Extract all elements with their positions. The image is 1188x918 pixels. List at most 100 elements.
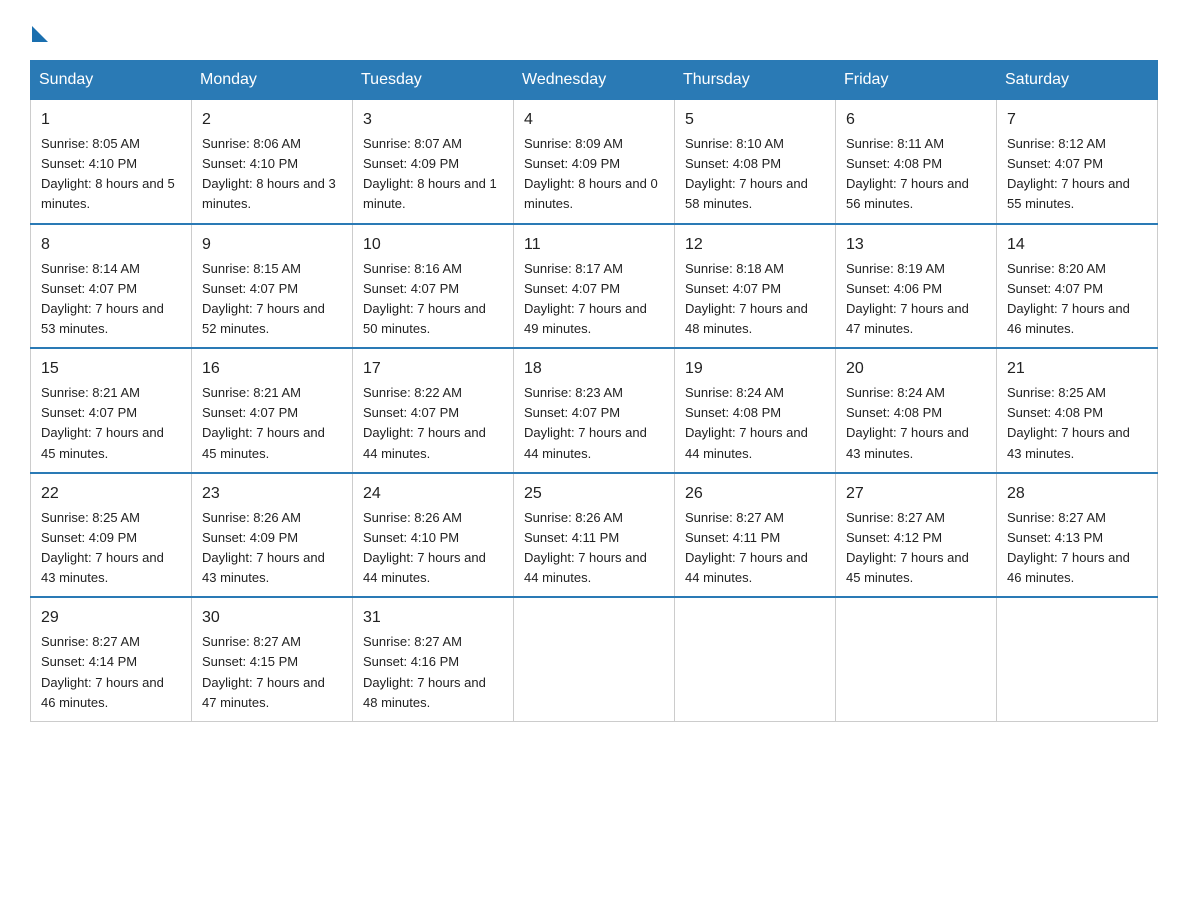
day-info: Sunrise: 8:17 AMSunset: 4:07 PMDaylight:… [524,259,664,340]
day-number: 28 [1007,482,1147,506]
day-info: Sunrise: 8:05 AMSunset: 4:10 PMDaylight:… [41,134,181,215]
day-info: Sunrise: 8:15 AMSunset: 4:07 PMDaylight:… [202,259,342,340]
table-row: 10Sunrise: 8:16 AMSunset: 4:07 PMDayligh… [353,224,514,349]
day-number: 7 [1007,108,1147,132]
day-number: 19 [685,357,825,381]
calendar-week-row: 15Sunrise: 8:21 AMSunset: 4:07 PMDayligh… [31,348,1158,473]
table-row: 2Sunrise: 8:06 AMSunset: 4:10 PMDaylight… [192,100,353,224]
day-number: 18 [524,357,664,381]
day-info: Sunrise: 8:14 AMSunset: 4:07 PMDaylight:… [41,259,181,340]
day-number: 8 [41,233,181,257]
day-info: Sunrise: 8:20 AMSunset: 4:07 PMDaylight:… [1007,259,1147,340]
table-row: 3Sunrise: 8:07 AMSunset: 4:09 PMDaylight… [353,100,514,224]
table-row: 4Sunrise: 8:09 AMSunset: 4:09 PMDaylight… [514,100,675,224]
day-info: Sunrise: 8:25 AMSunset: 4:09 PMDaylight:… [41,508,181,589]
day-number: 6 [846,108,986,132]
day-number: 3 [363,108,503,132]
day-number: 13 [846,233,986,257]
day-number: 22 [41,482,181,506]
day-number: 14 [1007,233,1147,257]
day-number: 24 [363,482,503,506]
day-info: Sunrise: 8:16 AMSunset: 4:07 PMDaylight:… [363,259,503,340]
day-number: 1 [41,108,181,132]
calendar-week-row: 1Sunrise: 8:05 AMSunset: 4:10 PMDaylight… [31,100,1158,224]
table-row: 26Sunrise: 8:27 AMSunset: 4:11 PMDayligh… [675,473,836,598]
header-thursday: Thursday [675,61,836,100]
table-row: 6Sunrise: 8:11 AMSunset: 4:08 PMDaylight… [836,100,997,224]
table-row: 21Sunrise: 8:25 AMSunset: 4:08 PMDayligh… [997,348,1158,473]
day-info: Sunrise: 8:23 AMSunset: 4:07 PMDaylight:… [524,383,664,464]
table-row [997,597,1158,721]
day-number: 11 [524,233,664,257]
table-row: 8Sunrise: 8:14 AMSunset: 4:07 PMDaylight… [31,224,192,349]
day-info: Sunrise: 8:24 AMSunset: 4:08 PMDaylight:… [846,383,986,464]
day-info: Sunrise: 8:11 AMSunset: 4:08 PMDaylight:… [846,134,986,215]
table-row: 17Sunrise: 8:22 AMSunset: 4:07 PMDayligh… [353,348,514,473]
logo [30,20,48,42]
table-row: 11Sunrise: 8:17 AMSunset: 4:07 PMDayligh… [514,224,675,349]
table-row: 31Sunrise: 8:27 AMSunset: 4:16 PMDayligh… [353,597,514,721]
table-row: 16Sunrise: 8:21 AMSunset: 4:07 PMDayligh… [192,348,353,473]
day-number: 21 [1007,357,1147,381]
day-info: Sunrise: 8:26 AMSunset: 4:10 PMDaylight:… [363,508,503,589]
day-number: 20 [846,357,986,381]
day-info: Sunrise: 8:26 AMSunset: 4:09 PMDaylight:… [202,508,342,589]
calendar-week-row: 29Sunrise: 8:27 AMSunset: 4:14 PMDayligh… [31,597,1158,721]
day-info: Sunrise: 8:27 AMSunset: 4:12 PMDaylight:… [846,508,986,589]
calendar-week-row: 22Sunrise: 8:25 AMSunset: 4:09 PMDayligh… [31,473,1158,598]
table-row: 28Sunrise: 8:27 AMSunset: 4:13 PMDayligh… [997,473,1158,598]
page-header [30,20,1158,42]
header-sunday: Sunday [31,61,192,100]
table-row: 7Sunrise: 8:12 AMSunset: 4:07 PMDaylight… [997,100,1158,224]
day-info: Sunrise: 8:18 AMSunset: 4:07 PMDaylight:… [685,259,825,340]
day-number: 15 [41,357,181,381]
table-row [836,597,997,721]
day-number: 2 [202,108,342,132]
table-row: 22Sunrise: 8:25 AMSunset: 4:09 PMDayligh… [31,473,192,598]
table-row: 5Sunrise: 8:10 AMSunset: 4:08 PMDaylight… [675,100,836,224]
header-tuesday: Tuesday [353,61,514,100]
day-number: 10 [363,233,503,257]
day-number: 16 [202,357,342,381]
day-number: 17 [363,357,503,381]
table-row: 18Sunrise: 8:23 AMSunset: 4:07 PMDayligh… [514,348,675,473]
day-number: 31 [363,606,503,630]
day-info: Sunrise: 8:06 AMSunset: 4:10 PMDaylight:… [202,134,342,215]
day-number: 5 [685,108,825,132]
day-info: Sunrise: 8:27 AMSunset: 4:15 PMDaylight:… [202,632,342,713]
table-row: 1Sunrise: 8:05 AMSunset: 4:10 PMDaylight… [31,100,192,224]
table-row: 23Sunrise: 8:26 AMSunset: 4:09 PMDayligh… [192,473,353,598]
table-row: 12Sunrise: 8:18 AMSunset: 4:07 PMDayligh… [675,224,836,349]
day-number: 4 [524,108,664,132]
table-row: 13Sunrise: 8:19 AMSunset: 4:06 PMDayligh… [836,224,997,349]
day-number: 30 [202,606,342,630]
header-friday: Friday [836,61,997,100]
day-info: Sunrise: 8:09 AMSunset: 4:09 PMDaylight:… [524,134,664,215]
day-info: Sunrise: 8:21 AMSunset: 4:07 PMDaylight:… [202,383,342,464]
table-row: 30Sunrise: 8:27 AMSunset: 4:15 PMDayligh… [192,597,353,721]
table-row: 29Sunrise: 8:27 AMSunset: 4:14 PMDayligh… [31,597,192,721]
day-info: Sunrise: 8:27 AMSunset: 4:16 PMDaylight:… [363,632,503,713]
table-row: 24Sunrise: 8:26 AMSunset: 4:10 PMDayligh… [353,473,514,598]
calendar-header-row: Sunday Monday Tuesday Wednesday Thursday… [31,61,1158,100]
day-number: 29 [41,606,181,630]
table-row: 20Sunrise: 8:24 AMSunset: 4:08 PMDayligh… [836,348,997,473]
day-info: Sunrise: 8:27 AMSunset: 4:14 PMDaylight:… [41,632,181,713]
day-info: Sunrise: 8:24 AMSunset: 4:08 PMDaylight:… [685,383,825,464]
day-info: Sunrise: 8:25 AMSunset: 4:08 PMDaylight:… [1007,383,1147,464]
day-info: Sunrise: 8:26 AMSunset: 4:11 PMDaylight:… [524,508,664,589]
day-info: Sunrise: 8:27 AMSunset: 4:13 PMDaylight:… [1007,508,1147,589]
table-row: 15Sunrise: 8:21 AMSunset: 4:07 PMDayligh… [31,348,192,473]
table-row [514,597,675,721]
day-info: Sunrise: 8:07 AMSunset: 4:09 PMDaylight:… [363,134,503,215]
table-row: 14Sunrise: 8:20 AMSunset: 4:07 PMDayligh… [997,224,1158,349]
logo-triangle-icon [32,26,48,42]
day-info: Sunrise: 8:12 AMSunset: 4:07 PMDaylight:… [1007,134,1147,215]
table-row: 19Sunrise: 8:24 AMSunset: 4:08 PMDayligh… [675,348,836,473]
day-number: 25 [524,482,664,506]
header-saturday: Saturday [997,61,1158,100]
day-info: Sunrise: 8:21 AMSunset: 4:07 PMDaylight:… [41,383,181,464]
table-row: 9Sunrise: 8:15 AMSunset: 4:07 PMDaylight… [192,224,353,349]
day-info: Sunrise: 8:10 AMSunset: 4:08 PMDaylight:… [685,134,825,215]
calendar-table: Sunday Monday Tuesday Wednesday Thursday… [30,60,1158,722]
